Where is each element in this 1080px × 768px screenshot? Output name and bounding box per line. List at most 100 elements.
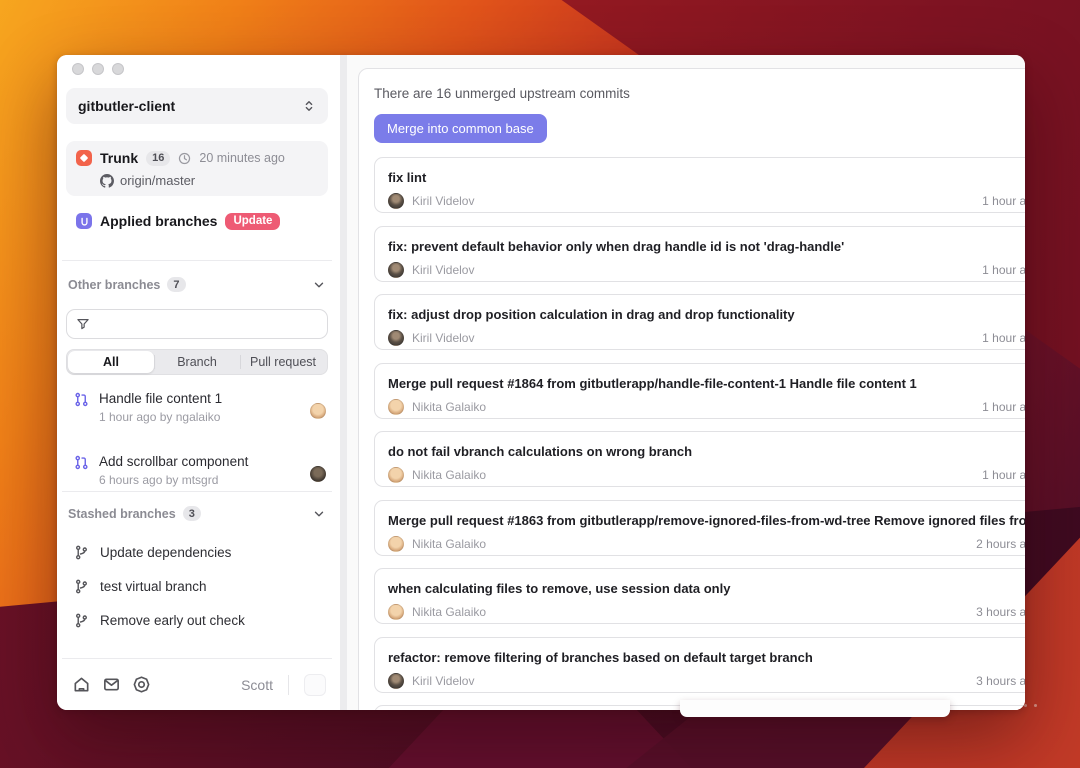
git-branch-icon [76,613,87,628]
applied-branches-item[interactable]: Applied branches Update [66,209,328,233]
commit-author: Nikita Galaiko [412,399,487,414]
mail-icon[interactable] [102,675,121,694]
minimize-button[interactable] [92,63,104,75]
chevron-down-icon[interactable] [312,278,326,292]
other-branches-header[interactable]: Other branches 7 [66,261,328,292]
commit-card[interactable]: Merge pull request #1863 from gitbutlera… [374,499,1025,556]
author-avatar [388,535,404,552]
commit-title: fix lint [388,170,427,185]
commit-author: Nikita Galaiko [412,605,487,619]
branch-filter[interactable] [66,309,328,339]
commit-author: Nikita Galaiko [412,468,487,482]
git-branch-icon [76,545,87,560]
branch-item-title: Handle file content 1 [99,391,223,406]
commit-time: 1 hour ago [982,468,1025,482]
other-branches-label: Other branches [68,277,161,292]
pull-request-icon [74,455,89,470]
commit-author: Kiril Videlov [412,331,475,345]
branch-filter-input[interactable] [96,316,318,332]
commit-card[interactable]: Merge pull request #1864 from gitbutlera… [374,362,1025,419]
stashed-branch-item[interactable]: test virtual branch [74,579,328,594]
commit-card[interactable]: fix: prevent default behavior only when … [374,225,1025,282]
tab-pull-request[interactable]: Pull request [240,351,326,373]
applied-branches-icon [76,213,92,229]
stashed-branch-item[interactable]: Update dependencies [74,545,328,560]
tab-all[interactable]: All [68,351,154,373]
commit-title: fix: adjust drop position calculation in… [388,307,795,322]
trunk-icon [76,150,92,166]
project-selector[interactable]: gitbutler-client [66,88,328,124]
commit-time: 1 hour ago [982,262,1025,277]
unfold-chevrons-icon [302,99,316,113]
commit-card[interactable]: do not fail vbranch calculations on wron… [374,431,1025,487]
close-button[interactable] [72,63,84,75]
branch-item-title: Add scrollbar component [99,454,249,469]
stashed-branches-header[interactable]: Stashed branches 3 [66,492,328,521]
commit-card[interactable]: fix lint Kiril Videlov 1 hour ago [374,157,1025,213]
commit-author: Kiril Videlov [412,673,475,688]
upstream-commits-panel: There are 16 unmerged upstream commits M… [358,68,1025,710]
merge-into-common-base-button[interactable]: Merge into common base [374,114,547,143]
trunk-card[interactable]: Trunk 16 20 minutes ago origin/master [66,141,328,196]
author-avatar [388,330,404,346]
stashed-branch-item[interactable]: Remove early out check [74,613,328,628]
commit-time: 1 hour ago [982,331,1025,345]
commit-title: Merge pull request #1863 from gitbutlera… [388,512,1025,528]
author-avatar [388,672,404,689]
applied-branches-label: Applied branches [100,213,218,229]
author-avatar [388,467,404,483]
funnel-icon [76,317,90,331]
stashed-branches-label: Stashed branches [68,506,176,521]
main-area: There are 16 unmerged upstream commits M… [347,55,1025,710]
author-avatar [388,261,404,278]
author-avatar [388,193,404,209]
commit-author: Nikita Galaiko [412,536,487,551]
branch-item-meta: 6 hours ago by mtsgrd [99,473,219,487]
branch-list-item[interactable]: Handle file content 1 1 hour ago by ngal… [66,391,328,424]
stashed-branch-label: Update dependencies [100,545,232,560]
commit-card[interactable]: when calculating files to remove, use se… [374,568,1025,624]
other-branches-count-badge: 7 [167,277,186,292]
window-controls [66,55,328,75]
user-avatar[interactable] [304,673,326,696]
commit-title: when calculating files to remove, use se… [388,581,731,596]
git-branch-icon [76,579,87,594]
footer-divider [288,674,289,695]
stashed-branch-label: Remove early out check [100,613,245,628]
commit-title: Merge pull request #1864 from gitbutlera… [388,375,917,391]
branch-list-item[interactable]: Add scrollbar component 6 hours ago by m… [66,454,328,487]
upstream-commits-header: There are 16 unmerged upstream commits [374,86,630,101]
avatar [310,403,326,419]
trunk-remote-label: origin/master [120,173,196,188]
tab-branch[interactable]: Branch [154,351,240,373]
home-icon[interactable] [72,675,91,694]
trunk-label: Trunk [100,150,139,166]
commit-card[interactable]: refactor: remove filtering of branches b… [374,636,1025,693]
avatar [310,466,326,482]
commit-time: 2 hours ago [976,536,1025,551]
gear-icon[interactable] [132,675,151,694]
stashed-branch-label: test virtual branch [100,579,207,594]
update-badge[interactable]: Update [225,212,281,230]
clock-icon [178,152,191,165]
commit-time: 3 hours ago [976,673,1025,688]
github-icon [100,173,114,188]
zoom-button[interactable] [112,63,124,75]
stashed-branches-section: Stashed branches 3 Update dependencies t… [62,491,332,628]
commit-time: 1 hour ago [982,399,1025,414]
floating-sheet [680,700,950,717]
sidebar: gitbutler-client Trunk 16 20 minutes ago [57,55,340,710]
commit-card[interactable]: fix: adjust drop position calculation in… [374,294,1025,350]
commit-author: Kiril Videlov [412,194,475,208]
pull-request-icon [74,392,89,407]
commit-title: refactor: remove filtering of branches b… [388,649,813,665]
commit-time: 1 hour ago [982,194,1025,208]
stashed-branches-count-badge: 3 [182,506,201,521]
commit-time: 3 hours ago [976,605,1025,619]
sidebar-resize-handle[interactable] [340,55,347,710]
chevron-down-icon[interactable] [312,507,326,521]
commit-title: fix: prevent default behavior only when … [388,238,845,254]
trunk-updated-time: 20 minutes ago [199,151,285,165]
author-avatar [388,604,404,620]
commit-title: do not fail vbranch calculations on wron… [388,444,693,459]
